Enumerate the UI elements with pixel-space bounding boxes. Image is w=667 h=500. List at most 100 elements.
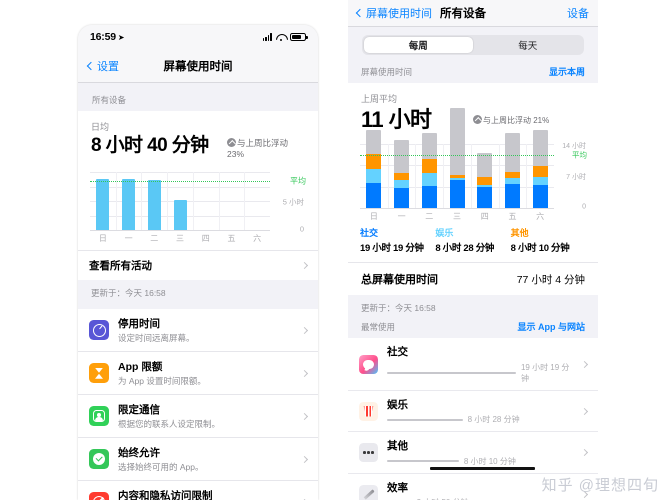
redaction-bar — [430, 466, 535, 470]
x-tick: 四 — [201, 234, 210, 244]
total-value: 77 小时 4 分钟 — [516, 273, 585, 286]
app-name: 娱乐 — [387, 398, 408, 411]
chart-bars — [360, 108, 554, 209]
tab-weekly[interactable]: 每周 — [363, 36, 473, 54]
period-segmented-control[interactable]: 每周 每天 — [362, 35, 584, 55]
x-tick: 三 — [453, 212, 462, 222]
x-tick: 五 — [508, 212, 517, 222]
usage-meter — [387, 418, 463, 421]
chart-x-axis: 日 一 二 三 四 五 六 — [360, 211, 554, 222]
stacked-bar — [504, 133, 520, 209]
legend-value: 8 小时 28 分钟 — [435, 243, 495, 255]
app-row-social[interactable]: 社交 19 小时 19 分钟 — [348, 338, 598, 390]
arrow-up-circle-icon — [227, 138, 236, 147]
screen-time-settings-list: 停用时间 设定时间远离屏幕。 App 限额 为 App 设置时间限额。 限定通信… — [78, 309, 318, 500]
chevron-right-icon — [300, 326, 309, 334]
devices-button[interactable]: 设备 — [567, 5, 589, 21]
legend-item-social: 社交 19 小时 19 分钟 — [360, 226, 435, 254]
page-title: 所有设备 — [440, 8, 486, 20]
social-chat-icon — [359, 354, 378, 374]
daily-usage-chart: 平均 5 小时 0 日 一 二 三 四 五 六 — [90, 172, 308, 244]
app-row-productivity[interactable]: 效率 2 小时 50 分钟 — [348, 472, 598, 500]
left-phone-screen: 16:59 ➤ 设置 屏幕使用时间 所有设备 日均 8 小时 40 分钟 与上周… — [78, 25, 318, 500]
back-button-screen-time[interactable]: 屏幕使用时间 — [355, 5, 432, 21]
downtime-icon — [89, 320, 109, 341]
last-week-average-value: 11 小时 — [361, 107, 432, 132]
app-name: 社交 — [387, 346, 408, 359]
average-line-label: 平均 — [290, 176, 306, 186]
most-used-header: 最常使用 显示 App 与网站 — [348, 318, 598, 338]
chart-x-axis: 日 一 二 三 四 五 六 — [90, 233, 270, 244]
settings-row-always-allowed[interactable]: 始终允许 选择始终可用的 App。 — [78, 437, 318, 481]
chart-legend: 社交 19 小时 19 分钟 娱乐 8 小时 28 分钟 其他 8 小时 10 … — [348, 222, 598, 262]
tab-daily[interactable]: 每天 — [473, 37, 582, 54]
left-nav-bar: 设置 屏幕使用时间 — [78, 49, 318, 83]
stacked-bar — [366, 129, 382, 209]
legend-item-entertainment: 娱乐 8 小时 28 分钟 — [435, 226, 510, 254]
chevron-right-icon — [300, 262, 309, 270]
communication-limits-icon — [89, 406, 109, 427]
content-restrictions-icon — [89, 492, 109, 500]
settings-row-content-restrictions[interactable]: 内容和隐私访问限制 阻止不当内容。 — [78, 480, 318, 500]
settings-row-title: 停用时间 — [118, 318, 160, 331]
legend-value: 19 小时 19 分钟 — [360, 243, 424, 255]
right-summary-card: 上周平均 11 小时 与上周比浮动 21% 平均 14 小时 7 小时 0 日 … — [348, 83, 598, 296]
stacked-bar — [421, 133, 437, 209]
chevron-right-icon — [580, 490, 589, 498]
app-usage-time: 8 小时 28 分钟 — [467, 415, 520, 425]
x-tick: 一 — [397, 212, 406, 222]
most-used-label: 最常使用 — [361, 322, 396, 333]
stacked-bar — [394, 139, 410, 209]
popcorn-entertainment-icon — [359, 401, 378, 421]
y-tick-14h: 14 小时 — [562, 142, 586, 150]
weekly-delta-text: 与上周比浮动 23% — [227, 138, 289, 159]
settings-row-communication-limits[interactable]: 限定通信 根据您的联系人设定限制。 — [78, 394, 318, 438]
total-screen-time-row: 总屏幕使用时间 77 小时 4 分钟 — [348, 262, 598, 296]
settings-row-title: App 限额 — [118, 361, 163, 374]
x-tick: 二 — [150, 234, 159, 244]
settings-row-app-limits[interactable]: App 限额 为 App 设置时间限额。 — [78, 351, 318, 395]
show-this-week-link[interactable]: 显示本周 — [549, 65, 585, 78]
settings-row-downtime[interactable]: 停用时间 设定时间远离屏幕。 — [78, 309, 318, 352]
status-bar-time: 16:59 — [90, 31, 116, 43]
app-limits-hourglass-icon — [89, 363, 109, 384]
y-tick-5h: 5 小时 — [282, 197, 304, 207]
total-label: 总屏幕使用时间 — [361, 274, 438, 287]
back-button-settings[interactable]: 设置 — [86, 58, 119, 74]
weekly-delta-text: 与上周比浮动 21% — [483, 116, 550, 125]
right-section-header: 屏幕使用时间 显示本周 — [348, 55, 598, 83]
settings-row-subtitle: 为 App 设置时间限额。 — [118, 376, 206, 387]
y-tick-7h: 7 小时 — [566, 174, 586, 182]
app-usage-time: 8 小时 10 分钟 — [463, 456, 516, 466]
x-tick: 六 — [536, 212, 545, 222]
chevron-right-icon — [580, 449, 589, 457]
always-allowed-check-icon — [89, 449, 109, 470]
daily-average-label: 日均 — [91, 122, 110, 132]
app-usage-time: 19 小时 19 分钟 — [520, 362, 570, 383]
app-name: 其他 — [387, 440, 408, 453]
see-all-activity-row[interactable]: 查看所有活动 — [78, 250, 318, 281]
settings-row-subtitle: 选择始终可用的 App。 — [118, 462, 204, 473]
last-week-average-label: 上周平均 — [361, 94, 398, 104]
see-all-activity-label: 查看所有活动 — [89, 260, 152, 273]
stacked-bar — [449, 108, 465, 209]
left-updated-text: 更新于：今天 16:58 — [91, 288, 166, 299]
average-line-label: 平均 — [572, 150, 587, 160]
chevron-left-icon — [355, 8, 365, 18]
arrow-up-circle-icon — [473, 115, 482, 124]
legend-label: 娱乐 — [435, 228, 454, 239]
app-row-entertainment[interactable]: 娱乐 8 小时 28 分钟 — [348, 389, 598, 432]
other-dots-icon — [359, 443, 378, 463]
location-arrow-icon: ➤ — [117, 32, 125, 42]
back-button-label: 设置 — [97, 60, 119, 73]
x-tick: 一 — [124, 234, 133, 244]
legend-item-other: 其他 8 小时 10 分钟 — [511, 226, 586, 254]
legend-label: 其他 — [510, 228, 529, 239]
right-nav-bar: 屏幕使用时间 所有设备 设备 — [348, 0, 598, 27]
show-apps-websites-link[interactable]: 显示 App 与网站 — [518, 320, 586, 333]
weekly-delta: 与上周比浮动 23% — [227, 135, 305, 159]
screenshot-canvas: 16:59 ➤ 设置 屏幕使用时间 所有设备 日均 8 小时 40 分钟 与上周… — [0, 0, 667, 500]
productivity-pen-icon — [359, 484, 378, 500]
right-updated-text: 更新于：今天 16:58 — [361, 303, 436, 314]
stacked-bar — [532, 129, 548, 209]
